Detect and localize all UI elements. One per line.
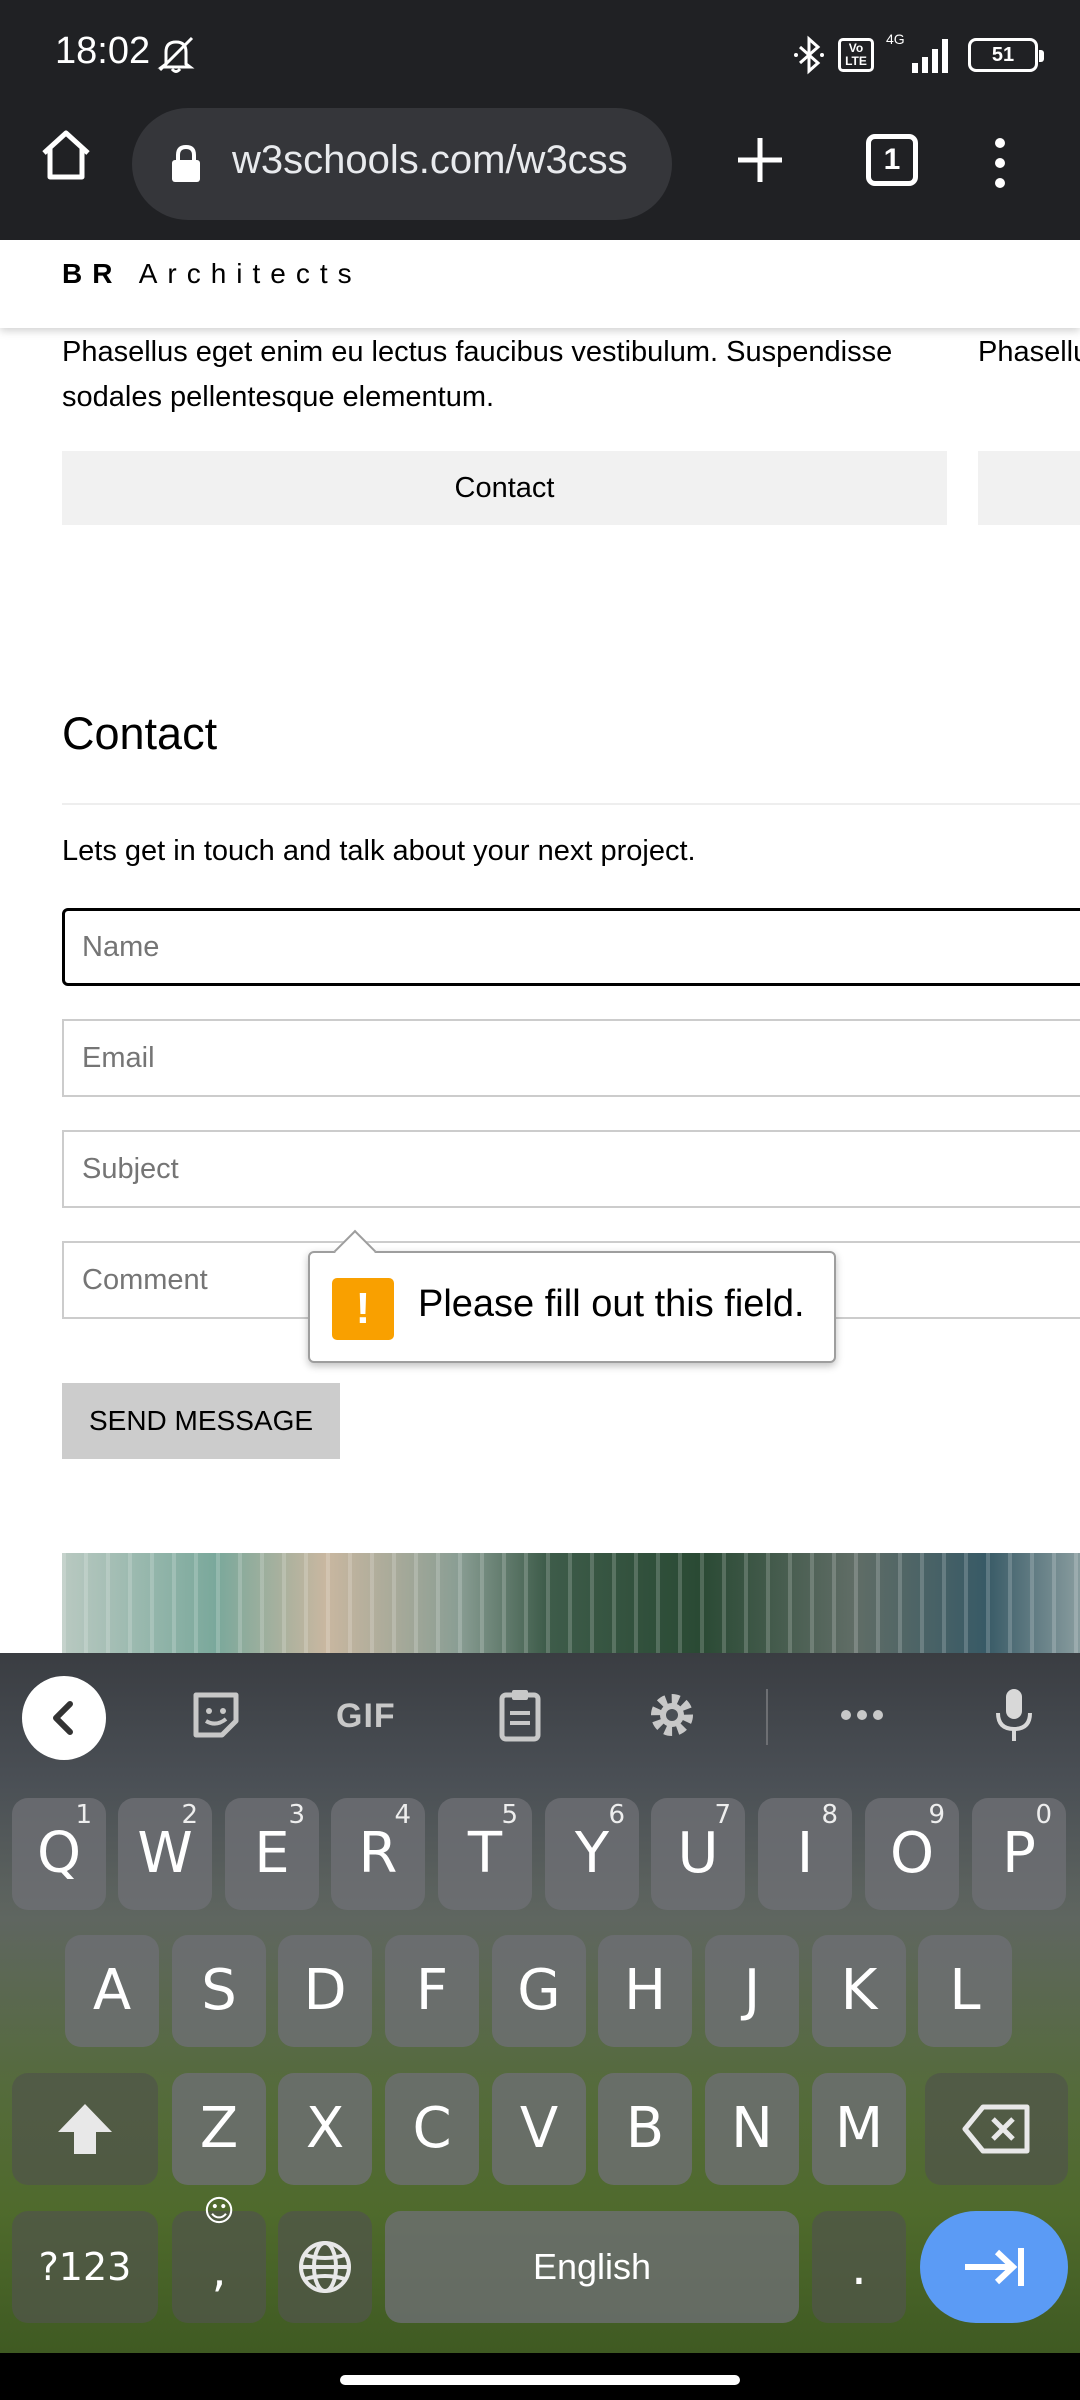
new-tab-icon[interactable] <box>730 130 790 190</box>
signal-icon: 4G <box>886 31 956 75</box>
card-contact-button[interactable]: Contact <box>62 451 947 525</box>
backspace-icon <box>962 2104 1029 2154</box>
key-l[interactable]: L <box>918 1935 1012 2047</box>
language-key[interactable] <box>278 2211 372 2323</box>
key-v[interactable]: V <box>492 2073 586 2185</box>
status-icons: Vo LTE 4G 51 <box>792 30 1044 80</box>
url-text: w3schools.com/w3css <box>232 138 628 182</box>
shift-key[interactable] <box>12 2073 158 2185</box>
key-p[interactable]: P0 <box>972 1798 1066 1910</box>
bluetooth-icon <box>794 35 824 75</box>
site-brand[interactable]: BR Architects <box>62 258 362 290</box>
sticker-icon[interactable] <box>186 1685 246 1745</box>
next-key[interactable] <box>920 2211 1068 2323</box>
shift-icon <box>58 2104 112 2154</box>
key-w[interactable]: W2 <box>118 1798 212 1910</box>
symbols-key[interactable]: ?123 <box>12 2211 158 2323</box>
clipboard-icon[interactable] <box>490 1685 550 1745</box>
next-arrow-icon <box>965 2248 1024 2286</box>
soft-keyboard: GIF Q1 W2 E3 R4 T5 Y6 U7 I8 O9 P0 A S D <box>0 1653 1080 2353</box>
key-x[interactable]: X <box>278 2073 372 2185</box>
card-description: Phasellus eget enim eu lectus faucibus v… <box>62 336 893 413</box>
key-j[interactable]: J <box>705 1935 799 2047</box>
key-o[interactable]: O9 <box>865 1798 959 1910</box>
key-f[interactable]: F <box>385 1935 479 2047</box>
overflow-menu-icon[interactable] <box>985 133 1015 193</box>
toolbar-separator <box>766 1689 768 1745</box>
volte-icon: Vo LTE <box>838 38 874 72</box>
url-bar[interactable]: w3schools.com/w3css <box>132 108 672 220</box>
tab-switcher-button[interactable]: 1 <box>866 134 918 186</box>
validation-tooltip: ! Please fill out this field. <box>308 1229 836 1363</box>
key-u[interactable]: U7 <box>651 1798 745 1910</box>
key-s[interactable]: S <box>172 1935 266 2047</box>
gif-button[interactable]: GIF <box>336 1697 396 1736</box>
key-e[interactable]: E3 <box>225 1798 319 1910</box>
key-a[interactable]: A <box>65 1935 159 2047</box>
status-bar: 18:02 Vo LTE 4G 51 <box>0 0 1080 105</box>
key-g[interactable]: G <box>492 1935 586 2047</box>
key-d[interactable]: D <box>278 1935 372 2047</box>
section-title: Contact <box>62 708 218 759</box>
battery-icon: 51 <box>968 38 1044 72</box>
lock-icon <box>172 144 200 182</box>
name-input[interactable]: Name <box>62 908 1080 986</box>
key-t[interactable]: T5 <box>438 1798 532 1910</box>
site-navbar: BR Architects <box>0 240 1080 328</box>
email-input[interactable]: Email <box>62 1019 1080 1097</box>
back-arrow-icon[interactable] <box>22 1676 106 1760</box>
key-y[interactable]: Y6 <box>545 1798 639 1910</box>
key-c[interactable]: C <box>385 2073 479 2185</box>
settings-icon[interactable] <box>642 1685 702 1745</box>
warning-icon: ! <box>332 1278 394 1340</box>
section-description: Lets get in touch and talk about your ne… <box>62 835 696 867</box>
space-key[interactable]: English <box>385 2211 799 2323</box>
keyboard-toolbar: GIF <box>0 1653 1080 1773</box>
validation-message: Please fill out this field. <box>418 1283 805 1325</box>
web-page: BR Architects Phasellus eget enim eu lec… <box>0 240 1080 1653</box>
card-description-clipped: Phasellus sodales <box>978 336 1080 368</box>
backspace-key[interactable] <box>925 2073 1068 2185</box>
key-k[interactable]: K <box>812 1935 906 2047</box>
key-b[interactable]: B <box>598 2073 692 2185</box>
browser-toolbar: w3schools.com/w3css 1 <box>0 105 1080 240</box>
microphone-icon[interactable] <box>984 1685 1044 1745</box>
tooltip-arrow <box>333 1229 377 1273</box>
home-gesture-handle[interactable] <box>340 2375 740 2385</box>
send-message-button[interactable]: SEND MESSAGE <box>62 1383 340 1459</box>
globe-icon <box>299 2241 351 2293</box>
more-icon[interactable] <box>832 1685 892 1745</box>
period-key[interactable]: . <box>812 2211 906 2323</box>
status-time: 18:02 <box>55 30 151 72</box>
key-h[interactable]: H <box>598 1935 692 2047</box>
key-q[interactable]: Q1 <box>12 1798 106 1910</box>
key-r[interactable]: R4 <box>331 1798 425 1910</box>
key-m[interactable]: M <box>812 2073 906 2185</box>
emoji-comma-key[interactable]: ☺ , <box>172 2194 266 2323</box>
mute-bell-icon <box>157 36 195 73</box>
key-i[interactable]: I8 <box>758 1798 852 1910</box>
key-n[interactable]: N <box>705 2073 799 2185</box>
architecture-photo <box>62 1553 1080 1653</box>
system-nav-bar <box>0 2353 1080 2400</box>
subject-input[interactable]: Subject <box>62 1130 1080 1208</box>
key-z[interactable]: Z <box>172 2073 266 2185</box>
divider <box>62 803 1080 805</box>
home-icon[interactable] <box>36 125 96 185</box>
card-contact-button-clipped[interactable] <box>978 451 1080 525</box>
